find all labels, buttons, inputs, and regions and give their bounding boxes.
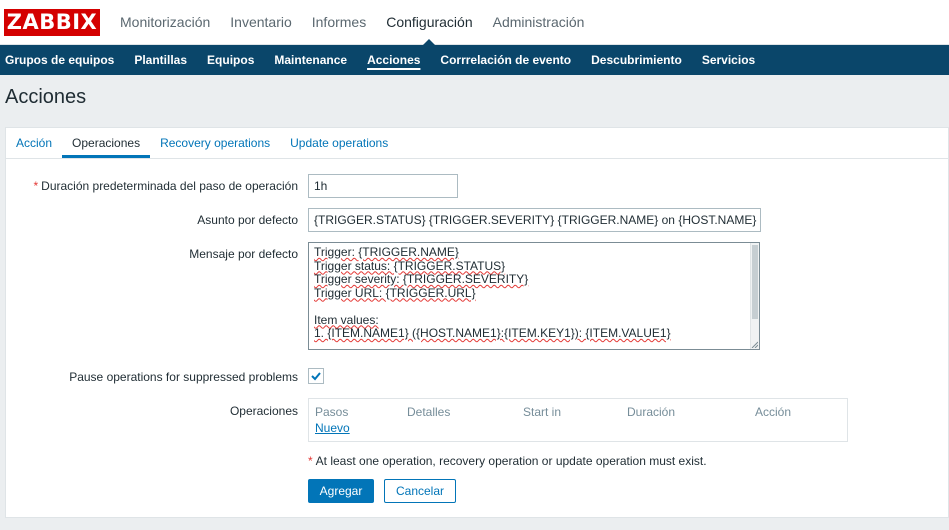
required-marker: * [33, 179, 39, 193]
add-button[interactable]: Agregar [308, 479, 374, 503]
submenu-discovery[interactable]: Descubrimiento [581, 45, 692, 75]
duration-label: * Duración predeterminada del paso de ope… [33, 179, 298, 193]
check-icon [311, 372, 321, 381]
message-line: Item values: [314, 312, 379, 327]
main-menu-monitoring[interactable]: Monitorización [110, 0, 220, 45]
tab-recovery-operations[interactable]: Recovery operations [150, 128, 280, 158]
tab-action[interactable]: Acción [6, 128, 62, 158]
message-line: Trigger: {TRIGGER.NAME} [314, 245, 459, 259]
message-textarea[interactable]: Trigger: {TRIGGER.NAME} Trigger status: … [308, 242, 760, 350]
action-form-panel: Acción Operaciones Recovery operations U… [5, 127, 949, 518]
message-line: Trigger status: {TRIGGER.STATUS} [314, 258, 506, 273]
message-line: 1. {ITEM.NAME1} ({HOST.NAME1}:{ITEM.KEY1… [314, 326, 671, 340]
column-header-duration: Duración [627, 405, 676, 419]
duration-input[interactable]: 1h [308, 174, 458, 198]
tab-operations[interactable]: Operaciones [62, 128, 151, 158]
new-operation-link[interactable]: Nuevo [315, 421, 350, 435]
operations-warning: * At least one operation, recovery operat… [308, 454, 707, 468]
zabbix-logo[interactable]: ZABBIX [4, 9, 100, 36]
main-menu-reports[interactable]: Informes [302, 0, 376, 45]
main-menu-configuration[interactable]: Configuración [376, 0, 482, 46]
submenu-actions[interactable]: Acciones [357, 45, 430, 75]
warning-marker: * [308, 454, 313, 468]
submenu-maintenance[interactable]: Maintenance [264, 45, 357, 75]
form-tabs: Acción Operaciones Recovery operations U… [6, 128, 948, 159]
tab-update-operations[interactable]: Update operations [280, 128, 398, 158]
submenu-templates[interactable]: Plantillas [124, 45, 197, 75]
submenu-services[interactable]: Servicios [692, 45, 765, 75]
scrollbar-thumb[interactable] [752, 245, 758, 319]
subject-input[interactable]: {TRIGGER.STATUS} {TRIGGER.SEVERITY} {TRI… [308, 208, 761, 232]
top-navigation: ZABBIX Monitorización Inventario Informe… [0, 0, 949, 46]
textarea-scrollbar[interactable] [750, 243, 759, 349]
column-header-steps: Pasos [315, 405, 349, 419]
message-label: Mensaje por defecto [189, 247, 298, 261]
submenu-host-groups[interactable]: Grupos de equipos [0, 45, 124, 75]
sub-navigation: Grupos de equipos Plantillas Equipos Mai… [0, 45, 949, 75]
pause-label: Pause operations for suppressed problems [69, 370, 298, 384]
main-menu: Monitorización Inventario Informes Confi… [110, 0, 595, 46]
message-line: Trigger severity: {TRIGGER.SEVERITY} [314, 272, 529, 286]
operations-label: Operaciones [229, 404, 298, 418]
column-header-start-in: Start in [523, 405, 562, 419]
main-menu-inventory[interactable]: Inventario [220, 0, 301, 45]
operations-table: Pasos Detalles Start in Duración Acción … [308, 398, 848, 442]
column-header-action: Acción [755, 405, 792, 419]
pause-checkbox[interactable] [308, 368, 324, 384]
submenu-hosts[interactable]: Equipos [197, 45, 264, 75]
column-header-details: Detalles [407, 405, 451, 419]
page-title: Acciones [5, 86, 87, 108]
resize-handle-icon[interactable] [751, 341, 758, 348]
subject-label: Asunto por defecto [197, 213, 298, 227]
main-menu-administration[interactable]: Administración [483, 0, 595, 45]
message-line [314, 300, 745, 314]
submenu-event-correlation[interactable]: Corrrelación de evento [430, 45, 581, 75]
message-line: Trigger URL: {TRIGGER.URL} [314, 285, 476, 300]
cancel-button[interactable]: Cancelar [384, 479, 456, 503]
